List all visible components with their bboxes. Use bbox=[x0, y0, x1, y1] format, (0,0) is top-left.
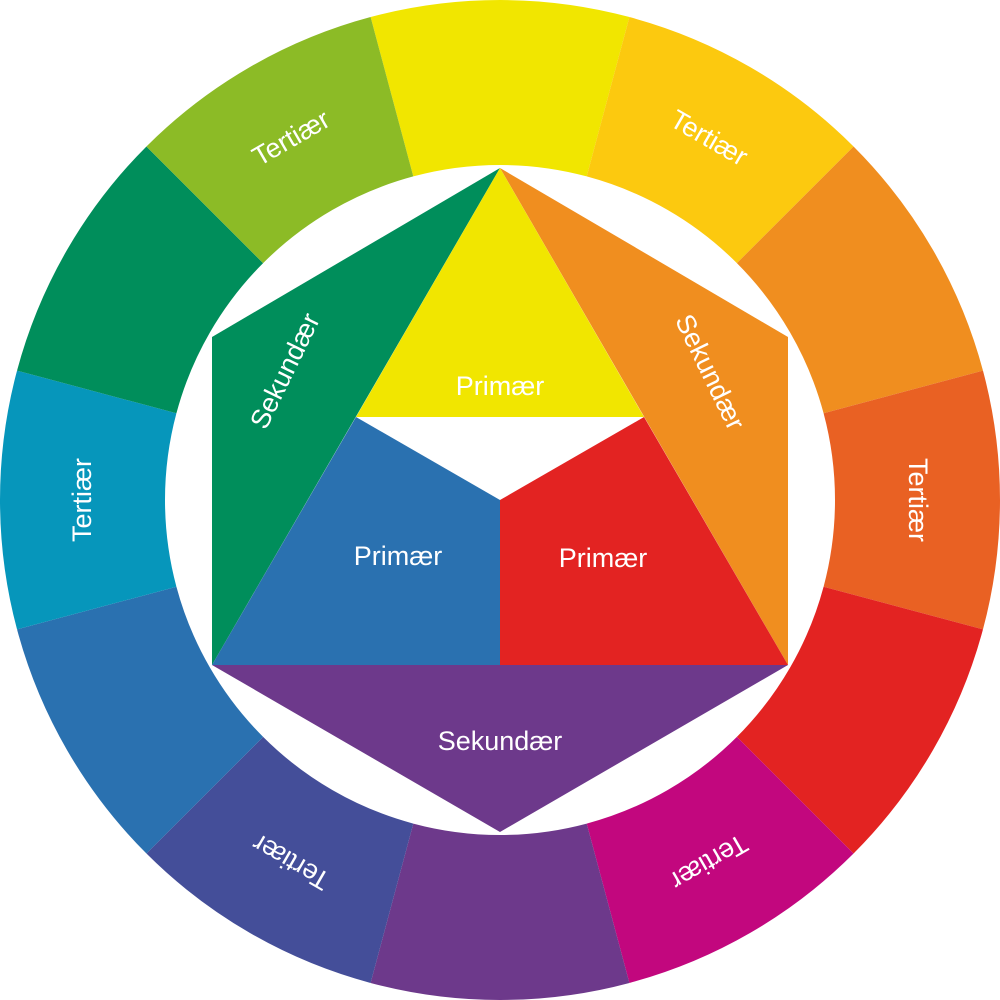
primary-yellow-label: Primær bbox=[456, 371, 545, 401]
secondary-violet-label: Sekundær bbox=[438, 726, 563, 756]
primary-blue-label: Primær bbox=[354, 541, 443, 571]
ring-segment bbox=[370, 0, 630, 177]
tertiary-label: Tertiær bbox=[67, 458, 97, 542]
color-wheel: TertiærTertiærTertiærTertiærTertiærTerti… bbox=[0, 0, 1000, 1000]
primary-red-label: Primær bbox=[559, 543, 648, 573]
ring-segment bbox=[370, 823, 630, 1000]
tertiary-label: Tertiær bbox=[903, 458, 933, 542]
